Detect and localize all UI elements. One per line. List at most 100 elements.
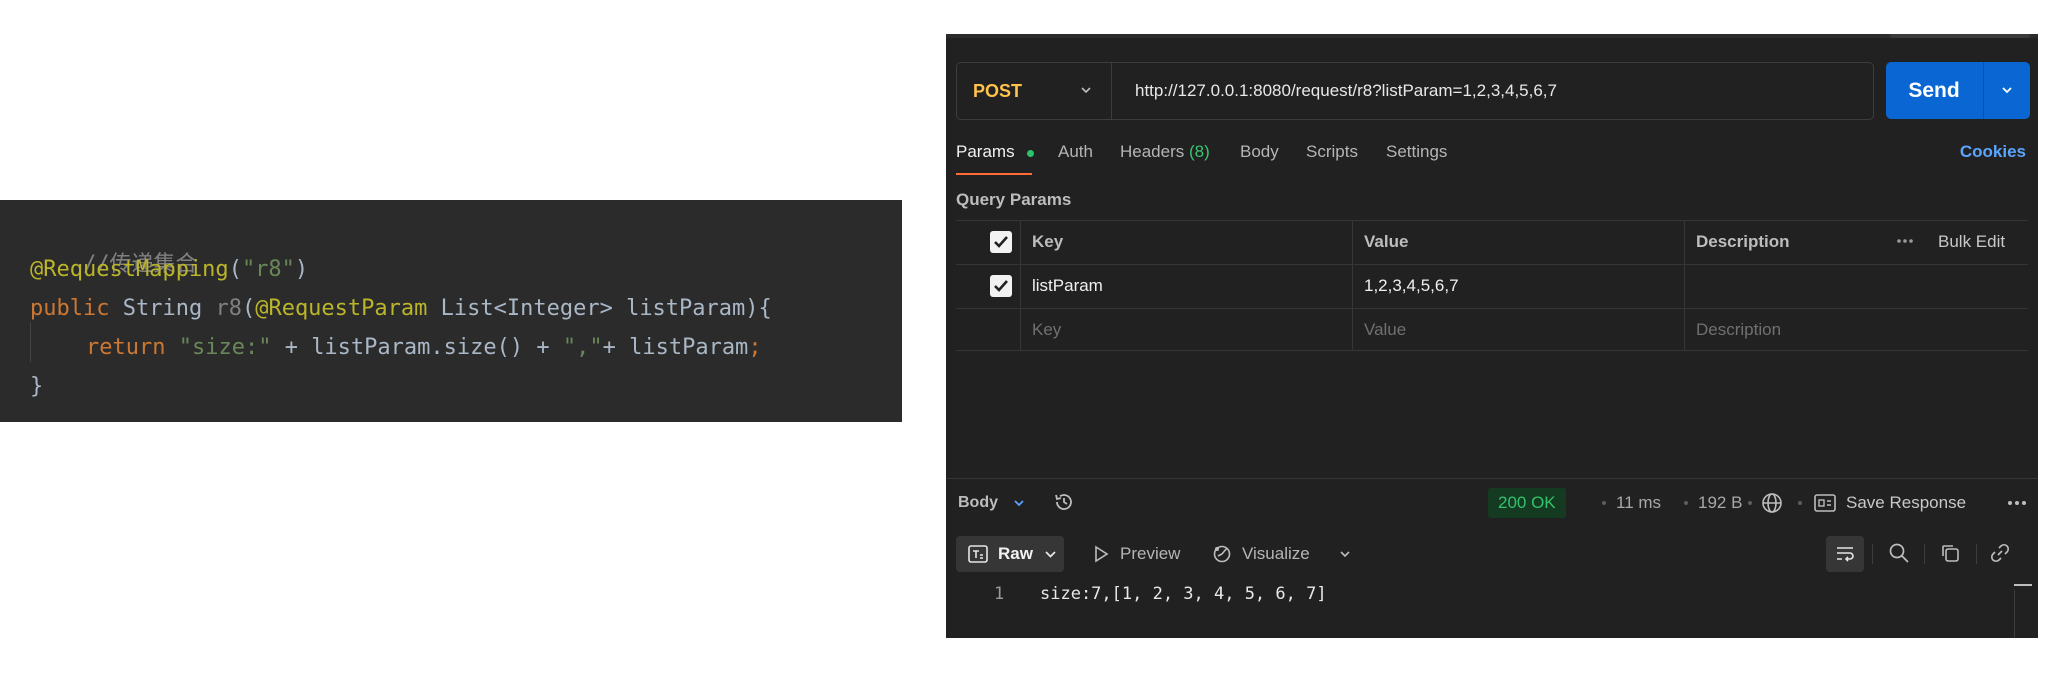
param-key-cell[interactable]: listParam [1032,276,1103,296]
preview-button[interactable]: Preview [1120,536,1180,572]
table-divider [956,264,2028,265]
method-label: POST [973,80,1023,101]
table-divider [956,308,2028,309]
param-row-checkbox[interactable] [990,275,1012,297]
code-string: "," [562,335,603,360]
line-number: 1 [994,584,1005,604]
tab-settings[interactable]: Settings [1386,142,1447,162]
separator-dot [1798,501,1802,505]
column-header-description: Description [1696,232,1790,251]
column-divider [1020,220,1021,350]
raw-format-select[interactable]: Raw [956,536,1064,572]
code-line-3: public String r8(@RequestParam List<Inte… [30,292,772,326]
code-line-4: return "size:" + listParam.size() + ","+… [86,331,762,365]
code-string: "r8" [241,257,295,282]
tab-auth[interactable]: Auth [1058,142,1093,162]
response-body-text[interactable]: size:7,[1, 2, 3, 4, 5, 6, 7] [1040,582,1327,606]
code-paren: ) [294,257,309,282]
code-keyword: return [86,335,166,360]
column-divider [1352,220,1353,350]
response-time[interactable]: 11 ms [1616,488,1661,518]
tab-params[interactable]: Params [956,142,1015,162]
scrollbar-thumb[interactable] [2014,584,2032,586]
code-line-2: @RequestMapping("r8") [30,253,308,287]
select-all-checkbox[interactable] [990,231,1012,253]
table-divider [956,220,2028,221]
more-options-icon[interactable] [1896,236,1914,246]
bulk-edit-button[interactable]: Bulk Edit [1938,232,2005,252]
wrap-icon [1837,547,1854,562]
indent-guide [30,322,31,362]
headers-count: (8) [1189,142,1210,161]
globe-icon[interactable] [1760,491,1784,515]
visualize-icon [1213,545,1231,563]
toolbar-divider [1872,544,1873,564]
param-value-cell[interactable]: 1,2,3,4,5,6,7 [1364,276,1459,296]
scrollbar-track[interactable] [2014,590,2015,638]
save-response-button[interactable]: Save Response [1846,488,1966,518]
column-header-key: Key [1032,232,1064,251]
method-select[interactable]: POST [957,63,1112,119]
play-icon [1095,545,1109,563]
tab-headers[interactable]: Headers (8) [1120,142,1210,162]
separator-dot [1602,501,1606,505]
code-annotation: @RequestParam [255,296,428,321]
history-icon[interactable] [1052,490,1076,514]
code-keyword: public [30,296,110,321]
code-expression: + listParam [602,335,749,360]
url-input[interactable]: http://127.0.0.1:8080/request/r8?listPar… [1135,63,1557,119]
active-tab-indicator [956,173,1032,175]
link-icon[interactable] [1990,543,2010,563]
raw-label: Raw [998,544,1033,563]
response-body-label[interactable]: Body [958,488,998,518]
chevron-down-icon[interactable] [1012,496,1026,510]
text-format-icon [968,545,988,563]
wrap-lines-button[interactable] [1826,536,1864,572]
check-icon [994,280,1008,292]
code-paren: ( [228,257,242,282]
chevron-down-icon[interactable] [1338,547,1352,561]
visualize-button[interactable]: Visualize [1242,536,1310,572]
chevron-down-icon[interactable] [2000,83,2014,97]
code-annotation: @RequestMapping [30,257,229,282]
cookies-link[interactable]: Cookies [1960,142,2026,162]
code-editor-panel: //传递集合 @RequestMapping("r8") public Stri… [0,200,902,422]
top-button[interactable] [1890,34,2030,38]
new-value-input[interactable]: Value [1364,320,1406,340]
code-semicolon: ; [748,335,762,360]
tab-body[interactable]: Body [1240,142,1279,162]
send-divider [1983,62,1984,119]
code-string: "size:" [178,335,272,360]
chevron-down-icon [1045,551,1056,558]
params-status-dot [1027,150,1034,157]
chevron-down-icon [1081,87,1091,94]
new-key-input[interactable]: Key [1032,320,1061,340]
send-label: Send [1908,79,1960,102]
query-params-table: Key Value Description Bulk Edit listPara… [956,220,2028,351]
tab-headers-label: Headers [1120,142,1185,161]
code-paren: ( [241,296,256,321]
search-icon[interactable] [1888,542,1910,564]
new-description-input[interactable]: Description [1696,320,1781,340]
code-expression: + listParam.size() + [271,335,563,360]
send-button[interactable]: Send [1886,62,2030,119]
table-divider [956,350,2028,351]
column-header-value: Value [1364,232,1409,251]
toolbar-divider [1924,544,1925,564]
response-divider [946,478,2038,479]
status-badge[interactable]: 200 OK [1488,488,1566,518]
query-params-title: Query Params [956,190,1072,209]
code-param: List<Integer> listParam){ [427,296,772,321]
save-response-icon [1814,494,1836,512]
tab-scripts[interactable]: Scripts [1306,142,1358,162]
response-size[interactable]: 192 B [1698,488,1742,518]
more-options-icon[interactable] [2006,493,2028,513]
code-type: String [109,296,216,321]
separator-dot [1748,501,1752,505]
column-divider [1684,220,1685,350]
code-line-1: //传递集合 [30,214,198,277]
separator-dot [1684,501,1688,505]
copy-icon[interactable] [1940,543,1960,563]
top-strip [946,34,2038,38]
check-icon [994,236,1008,248]
